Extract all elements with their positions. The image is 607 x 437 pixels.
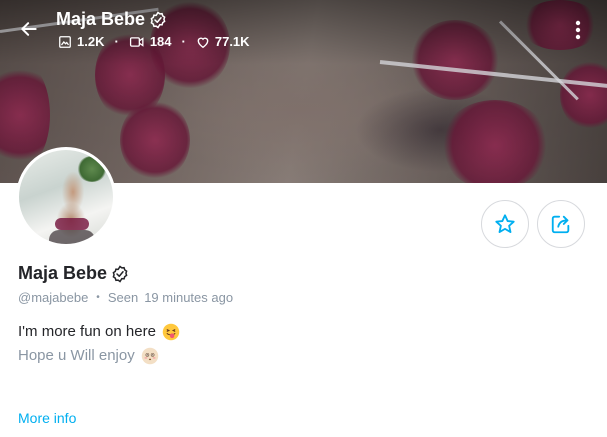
bio-line: Hope u Will enjoy [18,344,180,368]
profile-display-name: Maja Bebe [18,263,108,283]
verified-icon [149,10,167,29]
profile-name: Maja Bebe [18,263,129,284]
tongue-out-emoji-icon [162,323,180,341]
bio-line-text: I'm more fun on here [18,323,156,340]
profile-top-bar: Maja Bebe 1.2K · 184 · 77.1K [0,0,607,60]
seen-label: Seen [107,290,139,305]
heart-icon [197,37,209,48]
bio-line: I'm more fun on here [18,320,180,344]
avatar[interactable] [16,147,116,247]
verified-icon [111,264,129,283]
star-outline-icon [495,214,515,233]
meta-separator: • [96,292,100,303]
profile-meta: @majabebe • Seen 19 minutes ago [18,290,233,305]
flushed-emoji-icon [141,347,159,365]
seen-time: 19 minutes ago [144,290,234,305]
photos-count: 1.2K [77,34,105,49]
stat-separator: · [181,34,186,49]
videos-count: 184 [149,34,172,49]
more-info-link[interactable]: More info [18,410,76,426]
more-options-button[interactable] [566,18,590,42]
videos-stat: 184 [129,34,172,49]
bio-line-text: Hope u Will enjoy [18,347,135,364]
add-to-favorites-button[interactable] [481,200,529,248]
profile-bio: I'm more fun on here Hope u Will enjoy [18,320,180,368]
stat-separator: · [114,34,119,49]
header-display-name: Maja Bebe [56,9,146,29]
image-icon [59,35,71,48]
header-title: Maja Bebe [56,9,167,30]
share-profile-button[interactable] [537,200,585,248]
likes-stat: 77.1K [196,34,250,49]
header-stats: 1.2K · 184 · 77.1K [58,34,250,49]
back-button[interactable] [14,14,44,44]
vertical-dots-icon [575,20,581,40]
profile-handle: @majabebe [18,290,89,305]
photos-stat: 1.2K [58,34,104,49]
video-icon [129,36,144,47]
likes-count: 77.1K [214,34,250,49]
arrow-left-icon [21,22,37,36]
share-icon [551,215,570,234]
